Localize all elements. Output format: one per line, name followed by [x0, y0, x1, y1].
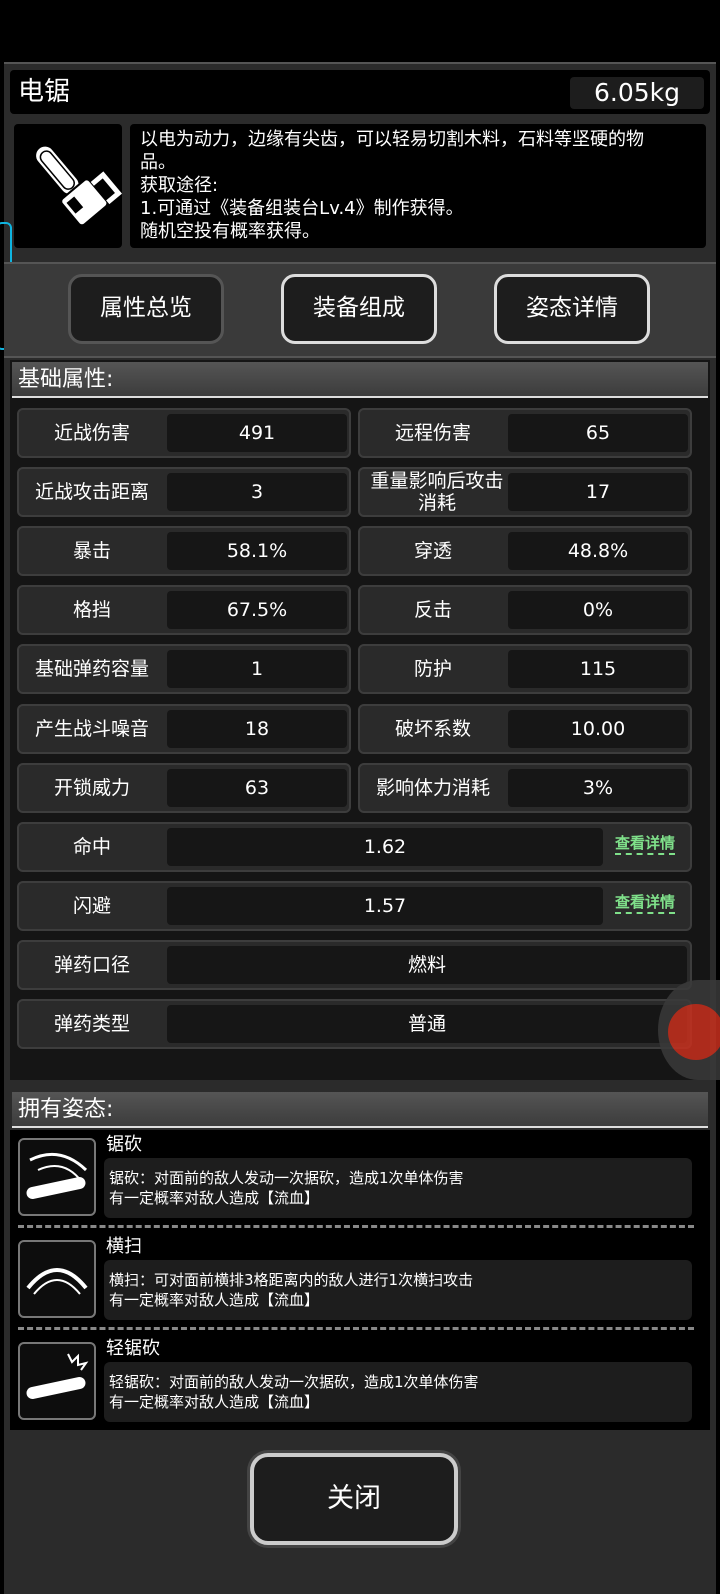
item-weight: 6.05kg	[570, 77, 704, 109]
stance-name: 轻锯砍	[106, 1338, 160, 1359]
stat-label: 暴击	[72, 540, 111, 563]
stat-value: 1.57	[167, 886, 603, 925]
view-details-link[interactable]: 查看详情	[615, 893, 676, 914]
stat-label: 命中	[72, 835, 111, 858]
stat-cell-wide: 命中 1.62 查看详情	[17, 821, 692, 872]
stat-label: 远程伤害	[394, 422, 471, 444]
tab-stance-details[interactable]: 姿态详情	[494, 274, 650, 344]
stance-name: 横扫	[106, 1236, 142, 1257]
item-icon-box	[14, 124, 122, 248]
stat-label: 闪避	[72, 894, 111, 917]
base-attributes-header: 基础属性:	[12, 362, 708, 398]
stat-value: 燃料	[167, 945, 687, 984]
stance-divider	[18, 1327, 694, 1330]
stat-cell: 格挡 67.5%	[17, 585, 351, 636]
stat-value: 0%	[508, 591, 688, 630]
stat-value: 3	[167, 473, 347, 512]
stat-value: 491	[167, 414, 347, 452]
stat-value: 63	[167, 768, 347, 807]
stat-label: 弹药类型	[53, 1013, 130, 1035]
stance-description: 锯砍：对面前的敌人发动一次据砍，造成1次单体伤害 有一定概率对敌人造成【流血】	[104, 1158, 692, 1218]
stat-label: 产生战斗噪音	[34, 717, 149, 740]
stat-label: 反击	[413, 599, 452, 622]
stat-value: 115	[508, 650, 688, 689]
stat-cell: 近战攻击距离 3	[17, 467, 351, 518]
stat-cell: 远程伤害 65	[358, 408, 692, 458]
stat-label: 基础弹药容量	[34, 658, 149, 681]
stat-cell: 产生战斗噪音 18	[17, 703, 351, 754]
stat-label: 重量影响后攻击消耗	[370, 470, 504, 515]
stat-cell-wide: 弹药类型 普通	[17, 999, 692, 1049]
stat-cell: 重量影响后攻击消耗 17	[358, 467, 692, 518]
stat-label: 弹药口径	[53, 953, 130, 976]
view-details-link[interactable]: 查看详情	[615, 834, 676, 855]
stat-value: 17	[508, 473, 688, 512]
saw-chop-icon	[18, 1138, 96, 1216]
stat-label: 穿透	[413, 540, 452, 563]
stat-cell-wide: 弹药口径 燃料	[17, 939, 692, 990]
stance-description: 轻锯砍：对面前的敌人发动一次据砍，造成1次单体伤害 有一定概率对敌人造成【流血】	[104, 1362, 692, 1422]
stat-value: 65	[508, 414, 688, 452]
stat-cell: 影响体力消耗 3%	[358, 762, 692, 813]
stat-cell: 暴击 58.1%	[17, 526, 351, 577]
stat-label: 防护	[413, 658, 452, 681]
assistant-icon	[668, 1004, 720, 1060]
stat-cell: 反击 0%	[358, 585, 692, 636]
stat-value: 10.00	[508, 709, 688, 748]
stat-cell: 防护 115	[358, 644, 692, 695]
stat-label: 近战伤害	[53, 422, 130, 444]
stat-cell: 破坏系数 10.00	[358, 703, 692, 754]
stat-cell: 近战伤害 491	[17, 408, 351, 458]
stat-value: 48.8%	[508, 532, 688, 571]
stat-value: 3%	[508, 768, 688, 807]
stat-value: 18	[167, 709, 347, 748]
stat-value: 1.62	[167, 827, 603, 866]
stance-divider	[18, 1225, 694, 1228]
stat-cell-wide: 闪避 1.57 查看详情	[17, 880, 692, 931]
stat-label: 破坏系数	[394, 717, 471, 740]
stat-value: 67.5%	[167, 591, 347, 630]
chainsaw-icon	[34, 144, 122, 227]
stat-label: 影响体力消耗	[375, 776, 490, 799]
stance-description: 横扫：可对面前横排3格距离内的敌人进行1次横扫攻击 有一定概率对敌人造成【流血】	[104, 1260, 692, 1320]
stat-label: 开锁威力	[53, 776, 130, 799]
stat-label: 格挡	[72, 599, 111, 622]
stat-cell: 穿透 48.8%	[358, 526, 692, 577]
close-button[interactable]: 关闭	[250, 1453, 458, 1545]
stat-cell: 基础弹药容量 1	[17, 644, 351, 695]
tab-attribute-overview[interactable]: 属性总览	[68, 274, 224, 344]
item-description: 以电为动力，边缘有尖齿，可以轻易切割木料，石料等坚硬的物 品。 获取途径: 1.…	[140, 129, 644, 242]
stat-value: 1	[167, 650, 347, 689]
stat-label: 近战攻击距离	[34, 481, 149, 504]
stances-header: 拥有姿态:	[12, 1092, 708, 1128]
sweep-icon	[18, 1240, 96, 1318]
stance-name: 锯砍	[106, 1134, 142, 1155]
item-name: 电锯	[18, 77, 71, 107]
tab-equipment-composition[interactable]: 装备组成	[281, 274, 437, 344]
stat-value: 58.1%	[167, 532, 347, 571]
light-saw-chop-icon	[18, 1342, 96, 1420]
stat-cell: 开锁威力 63	[17, 762, 351, 813]
stat-value: 普通	[167, 1005, 687, 1043]
